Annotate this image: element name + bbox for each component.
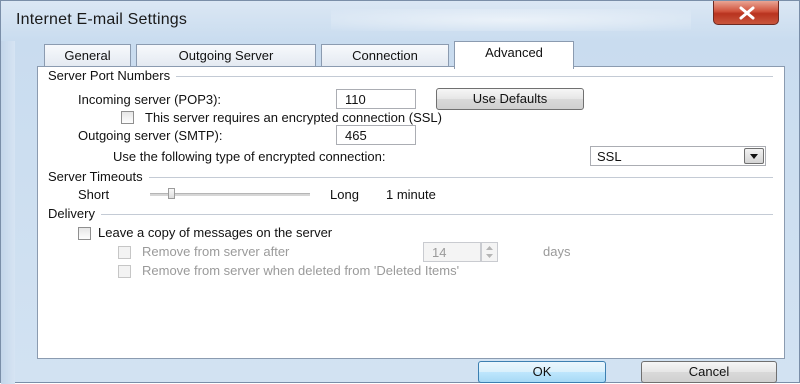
encryption-type-label: Use the following type of encrypted conn…: [113, 149, 386, 164]
ssl-required-label: This server requires an encrypted connec…: [145, 110, 442, 125]
remove-after-checkbox[interactable]: [118, 246, 131, 259]
outgoing-server-label: Outgoing server (SMTP):: [78, 128, 223, 143]
leave-copy-checkbox[interactable]: [78, 227, 91, 240]
dropdown-button[interactable]: [744, 148, 764, 164]
use-defaults-button[interactable]: Use Defaults: [436, 88, 584, 110]
advanced-panel: Server Port Numbers Incoming server (POP…: [37, 66, 785, 359]
ok-button[interactable]: OK: [478, 361, 606, 383]
remove-deleted-label: Remove from server when deleted from 'De…: [142, 263, 460, 278]
tab-general-label: General: [64, 48, 111, 63]
leave-copy-label: Leave a copy of messages on the server: [98, 225, 333, 240]
delivery-heading: Delivery: [48, 206, 101, 221]
incoming-server-label: Incoming server (POP3):: [78, 92, 222, 107]
timeout-short-label: Short: [78, 187, 110, 202]
tab-connection[interactable]: Connection: [321, 44, 449, 67]
encryption-type-value: SSL: [597, 149, 622, 164]
title-bar-glow: [331, 9, 691, 31]
ssl-required-checkbox[interactable]: [121, 111, 134, 124]
tab-advanced-label: Advanced: [485, 45, 543, 60]
remove-after-days-spinner[interactable]: [481, 242, 498, 262]
remove-after-label: Remove from server after: [142, 244, 290, 259]
dialog-window: Internet E-mail Settings General Outgoin…: [0, 0, 800, 384]
server-ports-heading: Server Port Numbers: [48, 68, 177, 83]
outgoing-port-input[interactable]: 465: [336, 125, 416, 145]
remove-after-days-input[interactable]: 14: [423, 242, 481, 262]
incoming-port-input[interactable]: 110: [336, 89, 416, 109]
days-label: days: [543, 244, 571, 259]
tab-connection-label: Connection: [352, 48, 418, 63]
tab-general[interactable]: General: [44, 44, 131, 67]
close-button[interactable]: [713, 1, 779, 25]
remove-deleted-checkbox[interactable]: [118, 265, 131, 278]
close-icon: [739, 6, 755, 20]
cancel-button[interactable]: Cancel: [641, 361, 777, 383]
timeout-slider-thumb[interactable]: [168, 188, 175, 199]
tab-advanced[interactable]: Advanced: [454, 41, 574, 69]
delivery-divider: [48, 214, 773, 215]
tab-outgoing-server[interactable]: Outgoing Server: [136, 44, 316, 67]
server-timeouts-divider: [48, 177, 773, 178]
encryption-type-select[interactable]: SSL: [590, 146, 766, 166]
window-left-edge: [1, 41, 15, 384]
server-timeouts-heading: Server Timeouts: [48, 169, 149, 184]
tab-outgoing-server-label: Outgoing Server: [178, 48, 274, 63]
title-bar[interactable]: Internet E-mail Settings: [1, 1, 800, 41]
timeout-value-label: 1 minute: [386, 187, 436, 202]
spinner-arrows-icon: [486, 246, 493, 258]
chevron-down-icon: [750, 154, 758, 159]
timeout-long-label: Long: [330, 187, 359, 202]
window-title: Internet E-mail Settings: [16, 11, 188, 28]
